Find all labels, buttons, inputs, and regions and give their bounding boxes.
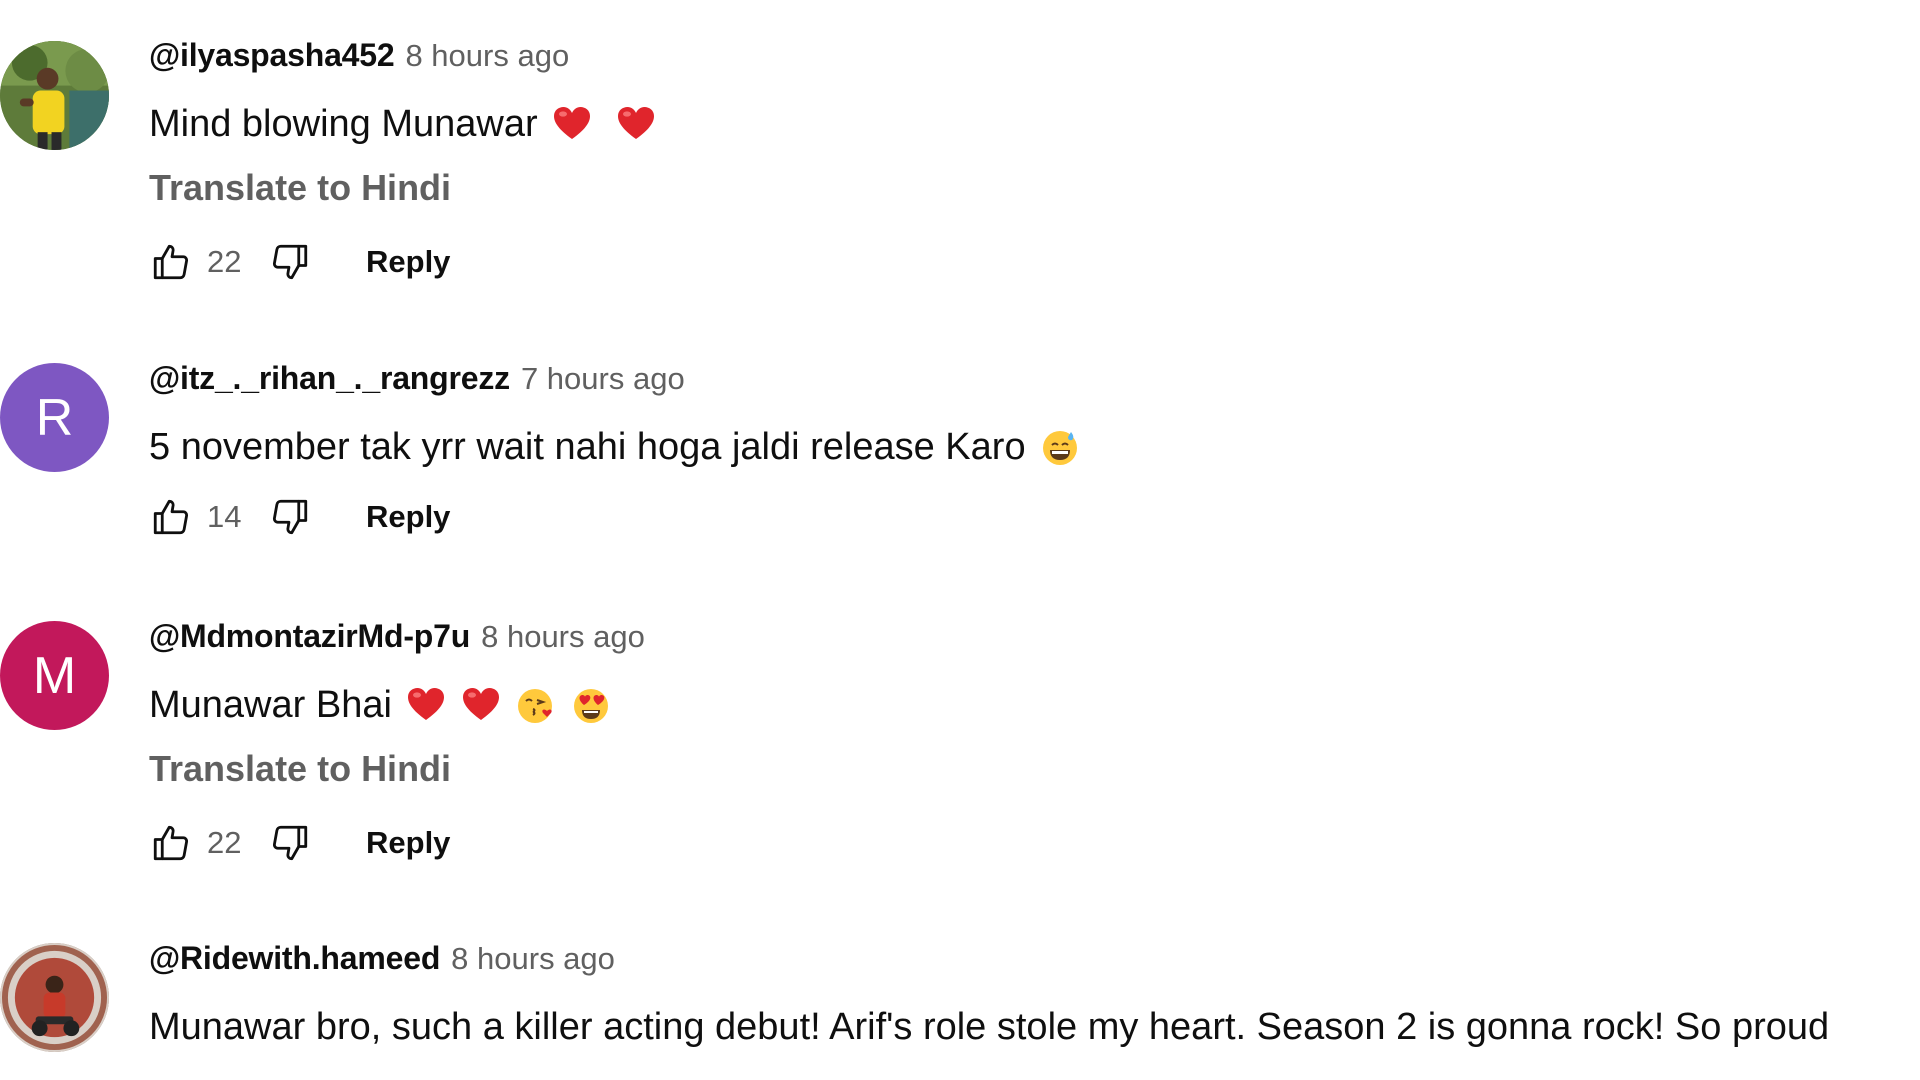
comment-text-content: Munawar bro, such a killer acting debut!… <box>149 1006 1830 1048</box>
comment-text: Munawar Bhai <box>149 680 1920 730</box>
comment-timestamp[interactable]: 7 hours ago <box>521 361 685 397</box>
avatar[interactable]: R <box>0 363 109 472</box>
comment-body: @Ridewith.hameed 8 hours ago Munawar bro… <box>149 940 1920 1052</box>
red-heart-emoji <box>552 104 592 144</box>
comment-text-content: Munawar Bhai <box>149 684 392 726</box>
comment-text-content: 5 november tak yrr wait nahi hoga jaldi … <box>149 426 1026 468</box>
author-name[interactable]: @MdmontazirMd-p7u <box>149 618 470 655</box>
red-heart-emoji <box>406 685 446 725</box>
avatar[interactable]: M <box>0 621 109 730</box>
avatar-letter: R <box>35 388 74 447</box>
dislike-button[interactable] <box>268 240 312 284</box>
comment-body: @ilyaspasha452 8 hours ago Mind blowing … <box>149 37 1920 287</box>
comment-timestamp[interactable]: 8 hours ago <box>481 619 645 655</box>
dislike-button[interactable] <box>268 495 312 539</box>
comment-actions: 14 Reply <box>149 492 1920 542</box>
dislike-button[interactable] <box>268 821 312 865</box>
thumbs-up-icon <box>153 499 189 535</box>
comment-text: 5 november tak yrr wait nahi hoga jaldi … <box>149 422 1920 472</box>
thumbs-up-icon <box>153 244 189 280</box>
comment-body: @itz_._rihan_._rangrezz 7 hours ago 5 no… <box>149 360 1920 542</box>
like-button[interactable] <box>149 821 193 865</box>
avatar-letter: M <box>32 646 77 705</box>
comment-actions: 22 Reply <box>149 237 1920 287</box>
thumbs-down-icon <box>272 825 308 861</box>
grinning-sweat-emoji <box>1040 427 1080 467</box>
red-heart-emoji <box>616 104 656 144</box>
comment-timestamp[interactable]: 8 hours ago <box>405 38 569 74</box>
author-name[interactable]: @itz_._rihan_._rangrezz <box>149 360 510 397</box>
translate-button[interactable]: Translate to Hindi <box>149 746 1920 792</box>
thumbs-down-icon <box>272 244 308 280</box>
reply-button[interactable]: Reply <box>366 825 450 861</box>
comment-header: @ilyaspasha452 8 hours ago <box>149 37 1920 83</box>
like-button[interactable] <box>149 240 193 284</box>
avatar-photo-icon <box>0 943 109 1052</box>
like-count: 22 <box>207 244 242 279</box>
comments-section: @ilyaspasha452 8 hours ago Mind blowing … <box>0 0 1920 1080</box>
like-count: 14 <box>207 499 242 534</box>
like-button[interactable] <box>149 495 193 539</box>
like-count: 22 <box>207 825 242 860</box>
comment-header: @itz_._rihan_._rangrezz 7 hours ago <box>149 360 1920 406</box>
thumbs-down-icon <box>272 499 308 535</box>
comment-header: @MdmontazirMd-p7u 8 hours ago <box>149 618 1920 664</box>
thumbs-up-icon <box>153 825 189 861</box>
red-heart-emoji <box>461 685 501 725</box>
reply-button[interactable]: Reply <box>366 499 450 535</box>
avatar-photo-icon <box>0 41 109 150</box>
author-name[interactable]: @ilyaspasha452 <box>149 37 395 74</box>
kissing-heart-emoji <box>516 685 556 725</box>
comment-body: @MdmontazirMd-p7u 8 hours ago Munawar Bh… <box>149 618 1920 868</box>
heart-eyes-emoji <box>571 685 611 725</box>
comment-header: @Ridewith.hameed 8 hours ago <box>149 940 1920 986</box>
avatar[interactable] <box>0 41 109 150</box>
author-name[interactable]: @Ridewith.hameed <box>149 940 440 977</box>
comment-text: Munawar bro, such a killer acting debut!… <box>149 1002 1920 1052</box>
avatar[interactable] <box>0 943 109 1052</box>
comment-timestamp[interactable]: 8 hours ago <box>451 941 615 977</box>
translate-button[interactable]: Translate to Hindi <box>149 165 1920 211</box>
comment-text-content: Mind blowing Munawar <box>149 103 538 145</box>
comment-actions: 22 Reply <box>149 818 1920 868</box>
reply-button[interactable]: Reply <box>366 244 450 280</box>
comment-text: Mind blowing Munawar <box>149 99 1920 149</box>
